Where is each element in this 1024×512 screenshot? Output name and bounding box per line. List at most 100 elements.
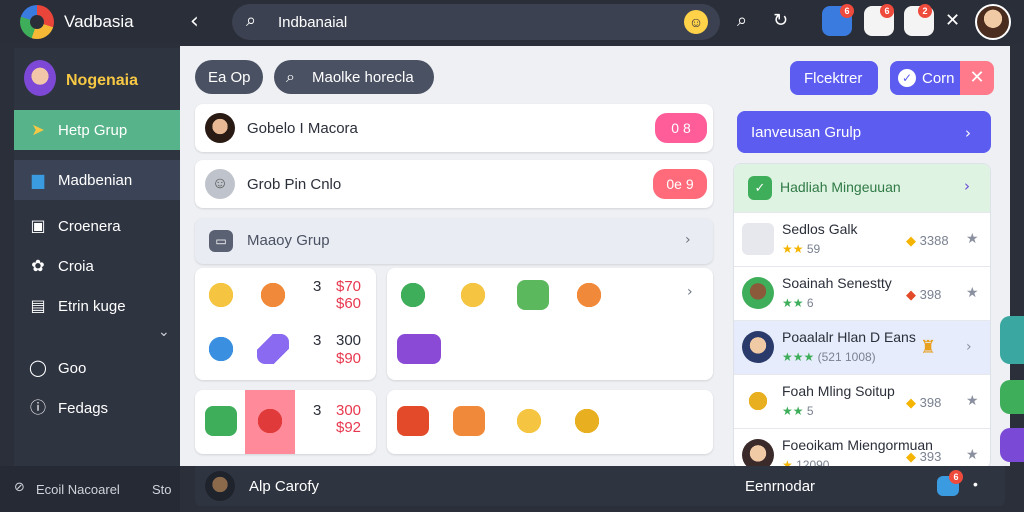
- star-icon[interactable]: ★: [966, 285, 979, 301]
- stars-icon: ★★★: [782, 350, 815, 364]
- sidebar-item-help-group[interactable]: ➤ Hetp Grup: [14, 110, 180, 150]
- app-logo-icon[interactable]: [20, 5, 54, 39]
- sidebar-user-avatar[interactable]: [24, 60, 56, 96]
- row-badge[interactable]: 0 8: [655, 113, 707, 143]
- avatar: [742, 331, 774, 363]
- search-icon-secondary[interactable]: ⌕: [737, 10, 747, 31]
- row-badge[interactable]: 0e 9: [653, 169, 707, 199]
- gift-notification-icon[interactable]: 2: [904, 4, 934, 36]
- item-title: Poaalalr Hlan D Eans: [782, 329, 916, 345]
- star-icon[interactable]: ★: [966, 393, 979, 409]
- chevron-down-icon[interactable]: ⌄: [158, 324, 170, 340]
- side-widget-button[interactable]: [1000, 380, 1024, 414]
- user-avatar[interactable]: [975, 4, 1011, 40]
- chat-icon: ✓: [748, 176, 772, 200]
- settings-icon[interactable]: ⊘: [14, 480, 25, 495]
- refresh-icon[interactable]: ↻: [773, 10, 788, 31]
- gift-price: 300: [336, 332, 362, 349]
- list-item-selected[interactable]: Poaalalr Hlan D Eans ★★★ (521 1008) ♜ ›: [734, 320, 990, 374]
- chat-icon[interactable]: 6: [864, 4, 894, 36]
- gift-count: 3: [313, 278, 322, 295]
- more-icon[interactable]: •: [973, 476, 978, 492]
- row-label: Gobelo I Macora: [247, 120, 358, 137]
- red-gift-icon: [397, 406, 429, 436]
- item-value: ◆ 393: [906, 449, 942, 464]
- green-gift-icon: [205, 406, 237, 436]
- side-widget-button[interactable]: [1000, 316, 1024, 364]
- folder-icon: ▆: [31, 170, 45, 189]
- selected-gift[interactable]: [245, 390, 295, 454]
- chevron-right-icon: ›: [965, 124, 971, 142]
- right-header-button[interactable]: Ianveusan Grulp ›: [737, 111, 991, 153]
- list-item[interactable]: Soainah Senestty ★★ 6 ◆ 398 ★: [734, 266, 990, 320]
- paper-plane-icon: ➤: [31, 120, 45, 139]
- section-header[interactable]: ▭ Maaoy Grup ›: [195, 218, 713, 264]
- gift-count: 3: [313, 332, 322, 349]
- top-bar: Vadbasia ‹ ⌕ Indbanaial ☺ ⌕ ↻ 6 6 2 ✕: [0, 0, 1024, 44]
- messages-badge: 6: [840, 4, 854, 18]
- search-pill[interactable]: ⌕ Maolke horecla: [274, 60, 434, 94]
- item-rating: ★★ 59: [782, 242, 821, 256]
- list-item[interactable]: Gobelo I Macora 0 8: [195, 104, 713, 152]
- gift-price: $90: [336, 350, 362, 367]
- star-icon[interactable]: ★: [966, 447, 979, 463]
- stars-icon: ★★: [782, 296, 804, 310]
- chevron-right-icon[interactable]: ›: [966, 339, 972, 355]
- chat-bubble-icon: ◯: [29, 358, 47, 377]
- chevron-right-icon[interactable]: ›: [687, 284, 693, 300]
- gift-card[interactable]: ›: [387, 268, 713, 380]
- close-icon[interactable]: ✕: [945, 10, 960, 31]
- globe-icon: [205, 334, 237, 364]
- list-item[interactable]: Foeoikam Miengormuan ★ 12090 ◆ 393 ★: [734, 428, 990, 468]
- stars-icon: ★★: [782, 242, 804, 256]
- messages-icon[interactable]: 6: [822, 4, 854, 36]
- item-rating: ★★ 6: [782, 296, 814, 310]
- image-icon: [742, 223, 774, 255]
- avatar[interactable]: [205, 471, 235, 501]
- document-icon: ▤: [30, 296, 46, 315]
- secondary-button[interactable]: ✓ Corn: [890, 61, 960, 95]
- info-icon: ⓘ: [29, 398, 46, 417]
- sidebar-item-label: Croenera: [58, 218, 121, 235]
- item-value: ◆ 398: [906, 287, 942, 302]
- search-bar[interactable]: ⌕ Indbanaial ☺: [232, 4, 720, 40]
- item-value: ◆ 398: [906, 395, 942, 410]
- stars-icon: ★★: [782, 404, 804, 418]
- side-widget-button[interactable]: [1000, 428, 1024, 462]
- green-gift-icon: [517, 280, 549, 310]
- list-item[interactable]: ☺ Grob Pin Cnlo 0e 9: [195, 160, 713, 208]
- filter-pill[interactable]: Ea Op: [195, 60, 263, 94]
- gift-card[interactable]: 3 $70 $60 3 300 $90: [195, 268, 376, 380]
- sidebar-item-goo[interactable]: ◯ Goo: [14, 348, 180, 388]
- back-arrow-icon[interactable]: ‹: [190, 9, 199, 34]
- chevron-right-icon[interactable]: ›: [685, 232, 691, 248]
- sidebar-item-madbenian[interactable]: ▆ Madbenian: [14, 160, 180, 200]
- search-pill-label: Maolke horecla: [312, 69, 414, 86]
- sidebar-item-fedags[interactable]: ⓘ Fedags: [14, 388, 180, 428]
- sidebar-item-croenera[interactable]: ▣ Croenera: [14, 206, 180, 246]
- search-input[interactable]: Indbanaial: [278, 14, 347, 31]
- emoji-icon[interactable]: ☺: [684, 10, 708, 34]
- footer-label: Ecoil Nacoarel: [36, 482, 120, 497]
- sidebar-item-label: Madbenian: [58, 172, 133, 189]
- sidebar-item-label: Etrin kuge: [58, 298, 126, 315]
- primary-button[interactable]: Flcektrer: [790, 61, 878, 95]
- sidebar-item-etrin-kuge[interactable]: ▤ Etrin kuge: [14, 286, 180, 326]
- right-list: ✓ Hadliah Mingeuuan › Sedlos Galk ★★ 59 …: [733, 163, 991, 469]
- trophy-icon: [742, 385, 774, 417]
- list-item[interactable]: Sedlos Galk ★★ 59 ◆ 3388 ★: [734, 212, 990, 266]
- gift-card[interactable]: 3 300 $92: [195, 390, 376, 454]
- gold-coin-icon: [513, 406, 545, 436]
- list-item[interactable]: Foah Mling Soitup ★★ 5 ◆ 398 ★: [734, 374, 990, 428]
- item-title: Soainah Senestty: [782, 275, 892, 291]
- chat-icon[interactable]: 6: [937, 470, 963, 496]
- filter-pill-label: Ea Op: [208, 69, 251, 86]
- featured-item[interactable]: ✓ Hadliah Mingeuuan ›: [734, 164, 990, 212]
- inbox-icon: ▣: [30, 216, 46, 235]
- smiley-icon: ☺: [205, 169, 235, 199]
- secondary-button-label: Corn: [922, 70, 955, 87]
- gift-card[interactable]: [387, 390, 713, 454]
- sidebar-item-croia[interactable]: ✿ Croia: [14, 246, 180, 286]
- star-icon[interactable]: ★: [966, 231, 979, 247]
- close-button[interactable]: ✕: [960, 61, 994, 95]
